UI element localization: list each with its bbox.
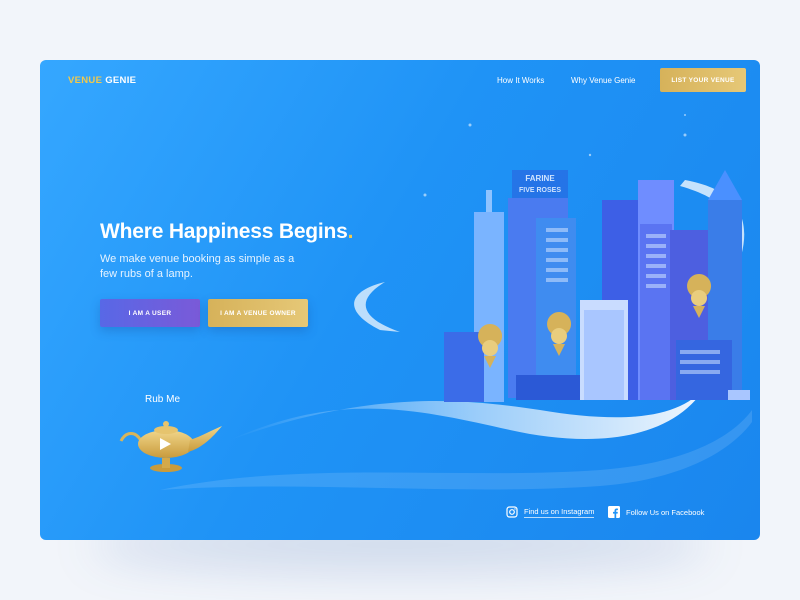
facebook-link[interactable]: Follow Us on Facebook — [608, 506, 704, 518]
landing-card: VENUE GENIE How It Works Why Venue Genie … — [40, 60, 760, 540]
sign-text-1: FARINE — [525, 174, 555, 183]
magic-lamp-play-icon[interactable] — [116, 416, 226, 476]
instagram-label: Find us on Instagram — [524, 506, 595, 518]
facebook-icon — [608, 506, 620, 518]
instagram-icon — [506, 506, 518, 518]
facebook-label: Follow Us on Facebook — [626, 507, 705, 517]
sign-text-2: FIVE ROSES — [519, 187, 561, 194]
rub-me-label: Rub Me — [145, 394, 181, 405]
city-illustration: FARINE FIVE ROSES — [423, 114, 750, 402]
instagram-link[interactable]: Find us on Instagram — [506, 506, 595, 518]
